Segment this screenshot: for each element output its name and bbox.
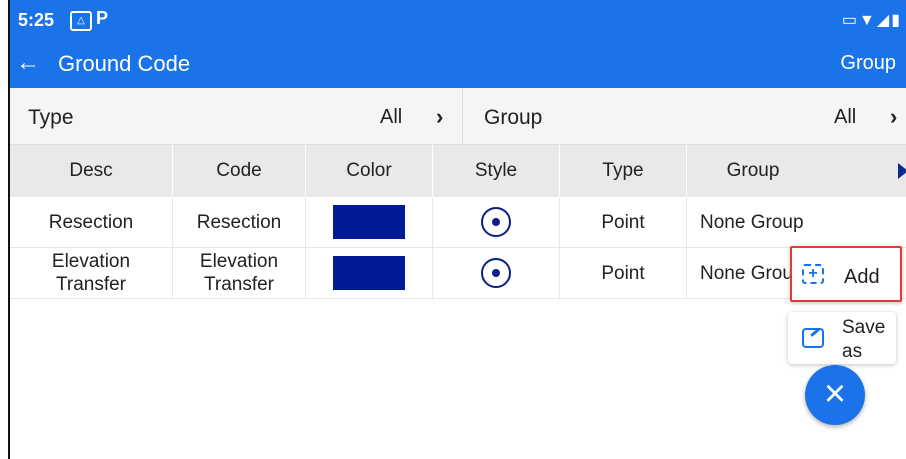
- column-header-code: Code: [216, 160, 262, 181]
- cell-desc: Elevation Transfer: [51, 251, 131, 295]
- cell-color: [306, 197, 432, 247]
- chevron-right-icon[interactable]: ›: [890, 104, 897, 130]
- target-icon: [481, 207, 511, 237]
- cell-desc: Resection: [48, 211, 134, 233]
- close-fab-button[interactable]: ×: [805, 365, 865, 425]
- color-swatch: [333, 205, 405, 239]
- group-filter-value[interactable]: All: [834, 106, 856, 129]
- column-header-color: Color: [346, 160, 392, 181]
- add-label: Add: [844, 266, 880, 288]
- app-screen: 5:25 △ P ▭▼◢▮ ← Ground Code Group Type A…: [0, 0, 906, 459]
- cell-type: Point: [601, 262, 645, 284]
- save-as-label: Save as: [842, 317, 886, 362]
- status-time: 5:25: [18, 10, 55, 30]
- cell-style: [433, 197, 559, 247]
- close-icon: ×: [823, 373, 847, 415]
- column-header-style: Style: [474, 160, 518, 181]
- column-header-type: Type: [602, 160, 644, 181]
- type-filter-label: Type: [28, 106, 74, 129]
- cell-type: Point: [601, 211, 645, 233]
- column-header-group: Group: [726, 160, 780, 181]
- table-header: Desc Code Color Style Type Group: [10, 145, 906, 197]
- cell-code: Resection: [196, 211, 282, 233]
- wifi-icon: ▼: [859, 12, 877, 29]
- cell-color: [306, 248, 432, 298]
- add-icon: +: [802, 264, 824, 284]
- table-row[interactable]: Elevation Transfer Elevation Transfer Po…: [10, 248, 906, 299]
- save-as-button[interactable]: Save as: [788, 312, 896, 364]
- row-divider: [686, 197, 687, 247]
- cell-group: None Group: [700, 211, 804, 233]
- target-icon: [481, 258, 511, 288]
- battery-icon: ▮: [891, 12, 902, 29]
- type-filter-value[interactable]: All: [380, 106, 402, 129]
- parking-icon: P: [96, 8, 109, 28]
- cell-style: [433, 248, 559, 298]
- chevron-right-icon[interactable]: ›: [436, 104, 443, 130]
- color-swatch: [333, 256, 405, 290]
- table-row[interactable]: Resection Resection Point None Group: [10, 197, 906, 248]
- save-as-icon: [802, 328, 824, 348]
- gallery-icon: △: [70, 11, 92, 31]
- filter-bar: Type All › Group All ›: [10, 88, 906, 145]
- group-filter-label: Group: [484, 106, 543, 129]
- app-bar: 5:25 △ P ▭▼◢▮ ← Ground Code Group: [10, 0, 906, 88]
- status-icons: ▭▼◢▮: [842, 10, 902, 30]
- scroll-right-icon[interactable]: [898, 163, 906, 179]
- column-header-desc: Desc: [69, 160, 113, 181]
- add-button[interactable]: + Add: [790, 246, 902, 302]
- screen-title: Ground Code: [58, 51, 191, 76]
- signal-icon: ◢: [876, 12, 892, 29]
- cast-icon: ▭: [841, 12, 860, 29]
- back-arrow-icon[interactable]: ←: [16, 50, 40, 76]
- row-divider: [686, 248, 687, 298]
- group-button[interactable]: Group: [840, 52, 896, 75]
- filter-divider: [462, 88, 463, 144]
- cell-code: Elevation Transfer: [199, 251, 279, 295]
